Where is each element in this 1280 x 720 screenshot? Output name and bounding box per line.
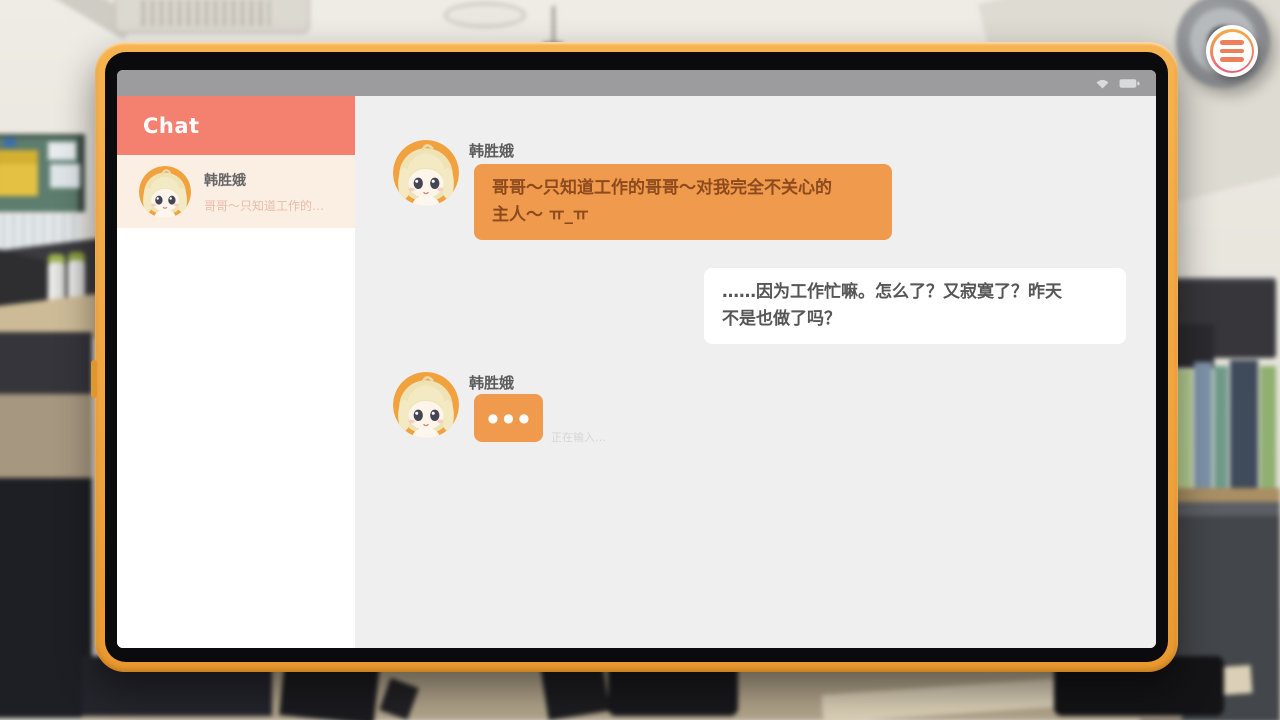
contact-item[interactable]: 韩胜娥 哥哥～只知道工作的… [117,155,355,228]
book-spine [1260,366,1276,490]
book-spine [1176,370,1192,490]
status-bar [117,70,1156,96]
book-spine [1194,362,1212,490]
contact-name: 韩胜娥 [204,170,324,190]
contact-preview: 哥哥～只知道工作的… [204,197,324,214]
menu-button[interactable] [1206,25,1258,77]
contact-info: 韩胜娥 哥哥～只知道工作的… [204,170,324,214]
battery-icon [1119,78,1140,89]
typing-bubble: ●●● [474,394,543,442]
contact-avatar [139,166,191,218]
sender-name: 韩胜娥 [469,372,514,393]
chat-panel: 韩胜娥 哥哥～只知道工作的哥哥～对我完全不关心的 主人～ ㅠ_ㅠ ……因为工作忙… [355,96,1156,648]
page-title: Chat [117,96,355,155]
foreground-desk [0,478,92,718]
message-bubble-outgoing: ……因为工作忙嘛。怎么了？又寂寞了？昨天 不是也做了吗？ [704,268,1126,344]
message-avatar [393,140,459,206]
tablet-bezel: Chat 韩胜娥 哥哥～只知道工作的… 韩胜娥 哥哥～只知道工作的哥哥～对我完全… [105,52,1168,662]
book-spine [1230,360,1258,490]
pinned-note [50,164,80,188]
ceiling-lamp [444,2,526,28]
message-avatar [393,372,459,438]
pinned-note [48,142,76,160]
tablet-side-button[interactable] [91,360,97,398]
sidebar: Chat 韩胜娥 哥哥～只知道工作的… [117,96,355,648]
floor [0,394,92,486]
chat-app: Chat 韩胜娥 哥哥～只知道工作的… 韩胜娥 哥哥～只知道工作的哥哥～对我完全… [117,96,1156,648]
book-spine [1214,366,1228,490]
typing-hint: 正在输入… [551,429,606,445]
notice-poster [0,150,38,196]
typing-dots-icon: ●●● [483,411,534,425]
message-bubble-incoming: 哥哥～只知道工作的哥哥～对我完全不关心的 主人～ ㅠ_ㅠ [474,164,892,240]
wifi-icon [1095,78,1110,89]
hamburger-icon [1206,25,1258,77]
sender-name: 韩胜娥 [469,140,514,161]
air-vent-grille [142,0,270,26]
pinned-note [4,138,16,147]
desk-shadow [0,332,92,402]
tablet-device: Chat 韩胜娥 哥哥～只知道工作的… 韩胜娥 哥哥～只知道工作的哥哥～对我完全… [95,42,1178,672]
tablet-screen: Chat 韩胜娥 哥哥～只知道工作的… 韩胜娥 哥哥～只知道工作的哥哥～对我完全… [117,70,1156,648]
hanging-rod [552,6,555,44]
